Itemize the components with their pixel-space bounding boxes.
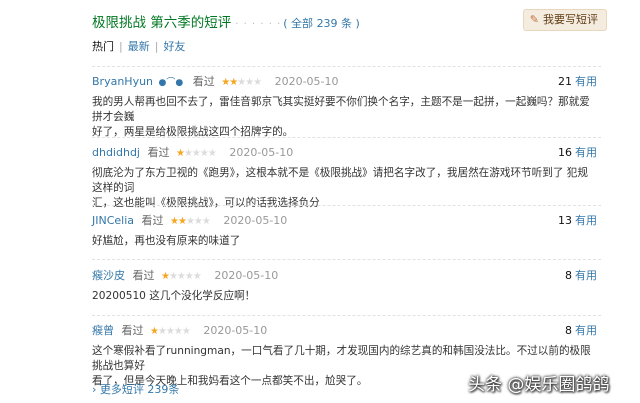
review-content: 好尴尬，再也没有原来的味道了 (92, 234, 597, 249)
section-header: 极限挑战 第六季的短评 · · · · · ·( 全部 239 条 ) ✎ 我要写短… (92, 9, 607, 31)
useful-vote: 21 有用 (558, 73, 597, 89)
useful-count: 8 (565, 324, 572, 337)
watched-label: 看过 (132, 269, 155, 282)
review-item: dhdidhdj 看过 ★★★★★ 2020-05-10 16 有用 彻底沦为了东… (92, 144, 601, 211)
more-reviews-count: 239条 (147, 383, 180, 396)
rating-stars: ★★★★★ (170, 216, 211, 227)
review-content: 我的男人帮再也回不去了，雷佳音郭京飞其实挺好要不你们换个名字，主题不是一起拼，一… (92, 95, 597, 140)
review-meta: 瘊曾 看过 ★★★★★ 2020-05-10 8 有用 (92, 322, 601, 338)
review-meta: JINCelia 看过 ★★★★★ 2020-05-10 13 有用 (92, 212, 601, 228)
rating-stars: ★★★★★ (221, 77, 262, 88)
review-date: 2020-05-10 (223, 214, 288, 227)
useful-vote: 13 有用 (558, 212, 597, 228)
tab-separator: | (154, 40, 159, 53)
divider (92, 66, 601, 67)
total-count-link[interactable]: ( 全部 239 条 ) (283, 17, 360, 30)
more-reviews-link[interactable]: › 更多短评 239条 (92, 381, 179, 397)
chevron-right-icon: › (92, 383, 97, 396)
pencil-icon: ✎ (529, 13, 539, 26)
watched-label: 看过 (192, 75, 215, 88)
watched-label: 看过 (141, 214, 164, 227)
review-username[interactable]: 瘊曾 (92, 324, 114, 337)
review-date: 2020-05-10 (229, 146, 294, 159)
useful-count: 21 (558, 75, 572, 88)
review-item: 瘊沙皮 看过 ★★★★★ 2020-05-10 8 有用 20200510 这几个… (92, 267, 601, 304)
rating-stars: ★★★★★ (176, 148, 217, 159)
count-prefix: ( 全部 (283, 17, 317, 30)
useful-count: 8 (565, 269, 572, 282)
useful-count: 13 (558, 214, 572, 227)
review-username[interactable]: 瘊沙皮 (92, 269, 125, 282)
useful-button[interactable]: 有用 (575, 146, 597, 159)
review-text-line: 好尴尬，再也没有原来的味道了 (92, 235, 241, 247)
review-content: 20200510 这几个没化学反应啊！ (92, 289, 597, 304)
write-review-label: 我要写短评 (543, 13, 598, 26)
divider (92, 315, 601, 316)
useful-count: 16 (558, 146, 572, 159)
divider (92, 137, 601, 138)
count-number: 239 (316, 17, 338, 30)
review-username[interactable]: BryanHyun (92, 75, 153, 88)
count-suffix: 条 ) (337, 17, 360, 30)
useful-button[interactable]: 有用 (575, 269, 597, 282)
review-meta: BryanHyun ●⌒● 看过 ★★★★★ 2020-05-10 21 有用 (92, 73, 601, 89)
rating-stars: ★★★★★ (150, 326, 191, 337)
rating-stars: ★★★★★ (161, 271, 202, 282)
review-meta: 瘊沙皮 看过 ★★★★★ 2020-05-10 8 有用 (92, 267, 601, 283)
watched-label: 看过 (121, 324, 144, 337)
review-text-line: 彻底沦为了东方卫视的《跑男》，这根本就不是《极限挑战》请把名字改了，我居然在游戏… (92, 167, 588, 194)
review-item: JINCelia 看过 ★★★★★ 2020-05-10 13 有用 好尴尬，再也… (92, 212, 601, 249)
title-text: 极限挑战 第六季的短评 (92, 15, 232, 31)
useful-button[interactable]: 有用 (575, 324, 597, 337)
review-date: 2020-05-10 (274, 75, 339, 88)
useful-button[interactable]: 有用 (575, 214, 597, 227)
review-text-line: 20200510 这几个没化学反应啊！ (92, 290, 256, 302)
review-meta: dhdidhdj 看过 ★★★★★ 2020-05-10 16 有用 (92, 144, 601, 160)
sort-tabs: 热门 | 最新 | 好友 (92, 38, 185, 54)
tab-friends[interactable]: 好友 (163, 40, 185, 53)
write-review-button[interactable]: ✎ 我要写短评 (522, 9, 607, 31)
review-date: 2020-05-10 (214, 269, 279, 282)
review-text-line: 我的男人帮再也回不去了，雷佳音郭京飞其实挺好要不你们换个名字，主题不是一起拼，一… (92, 96, 590, 123)
more-reviews-label: 更多短评 (99, 383, 144, 396)
watermark: 头条 @娱乐圈鸽鸽 (468, 375, 610, 395)
section-title: 极限挑战 第六季的短评 · · · · · ·( 全部 239 条 ) (92, 11, 360, 31)
tab-separator: | (119, 40, 123, 53)
useful-vote: 16 有用 (558, 144, 597, 160)
review-username[interactable]: JINCelia (92, 214, 134, 227)
divider (92, 259, 601, 260)
useful-button[interactable]: 有用 (575, 75, 597, 88)
review-username[interactable]: dhdidhdj (92, 146, 140, 159)
useful-vote: 8 有用 (565, 267, 597, 283)
review-date: 2020-05-10 (203, 324, 268, 337)
useful-vote: 8 有用 (565, 322, 597, 338)
user-badge-icon: ●⌒● (158, 78, 184, 88)
watched-label: 看过 (147, 146, 170, 159)
tab-latest[interactable]: 最新 (128, 40, 150, 53)
review-item: BryanHyun ●⌒● 看过 ★★★★★ 2020-05-10 21 有用 我… (92, 73, 601, 140)
divider (92, 205, 601, 206)
review-text-line: 汇，这也能叫《极限挑战》，可以的话我选择负分 (92, 197, 320, 209)
tab-hot[interactable]: 热门 (92, 40, 114, 53)
title-dots: · · · · · · (235, 19, 282, 30)
